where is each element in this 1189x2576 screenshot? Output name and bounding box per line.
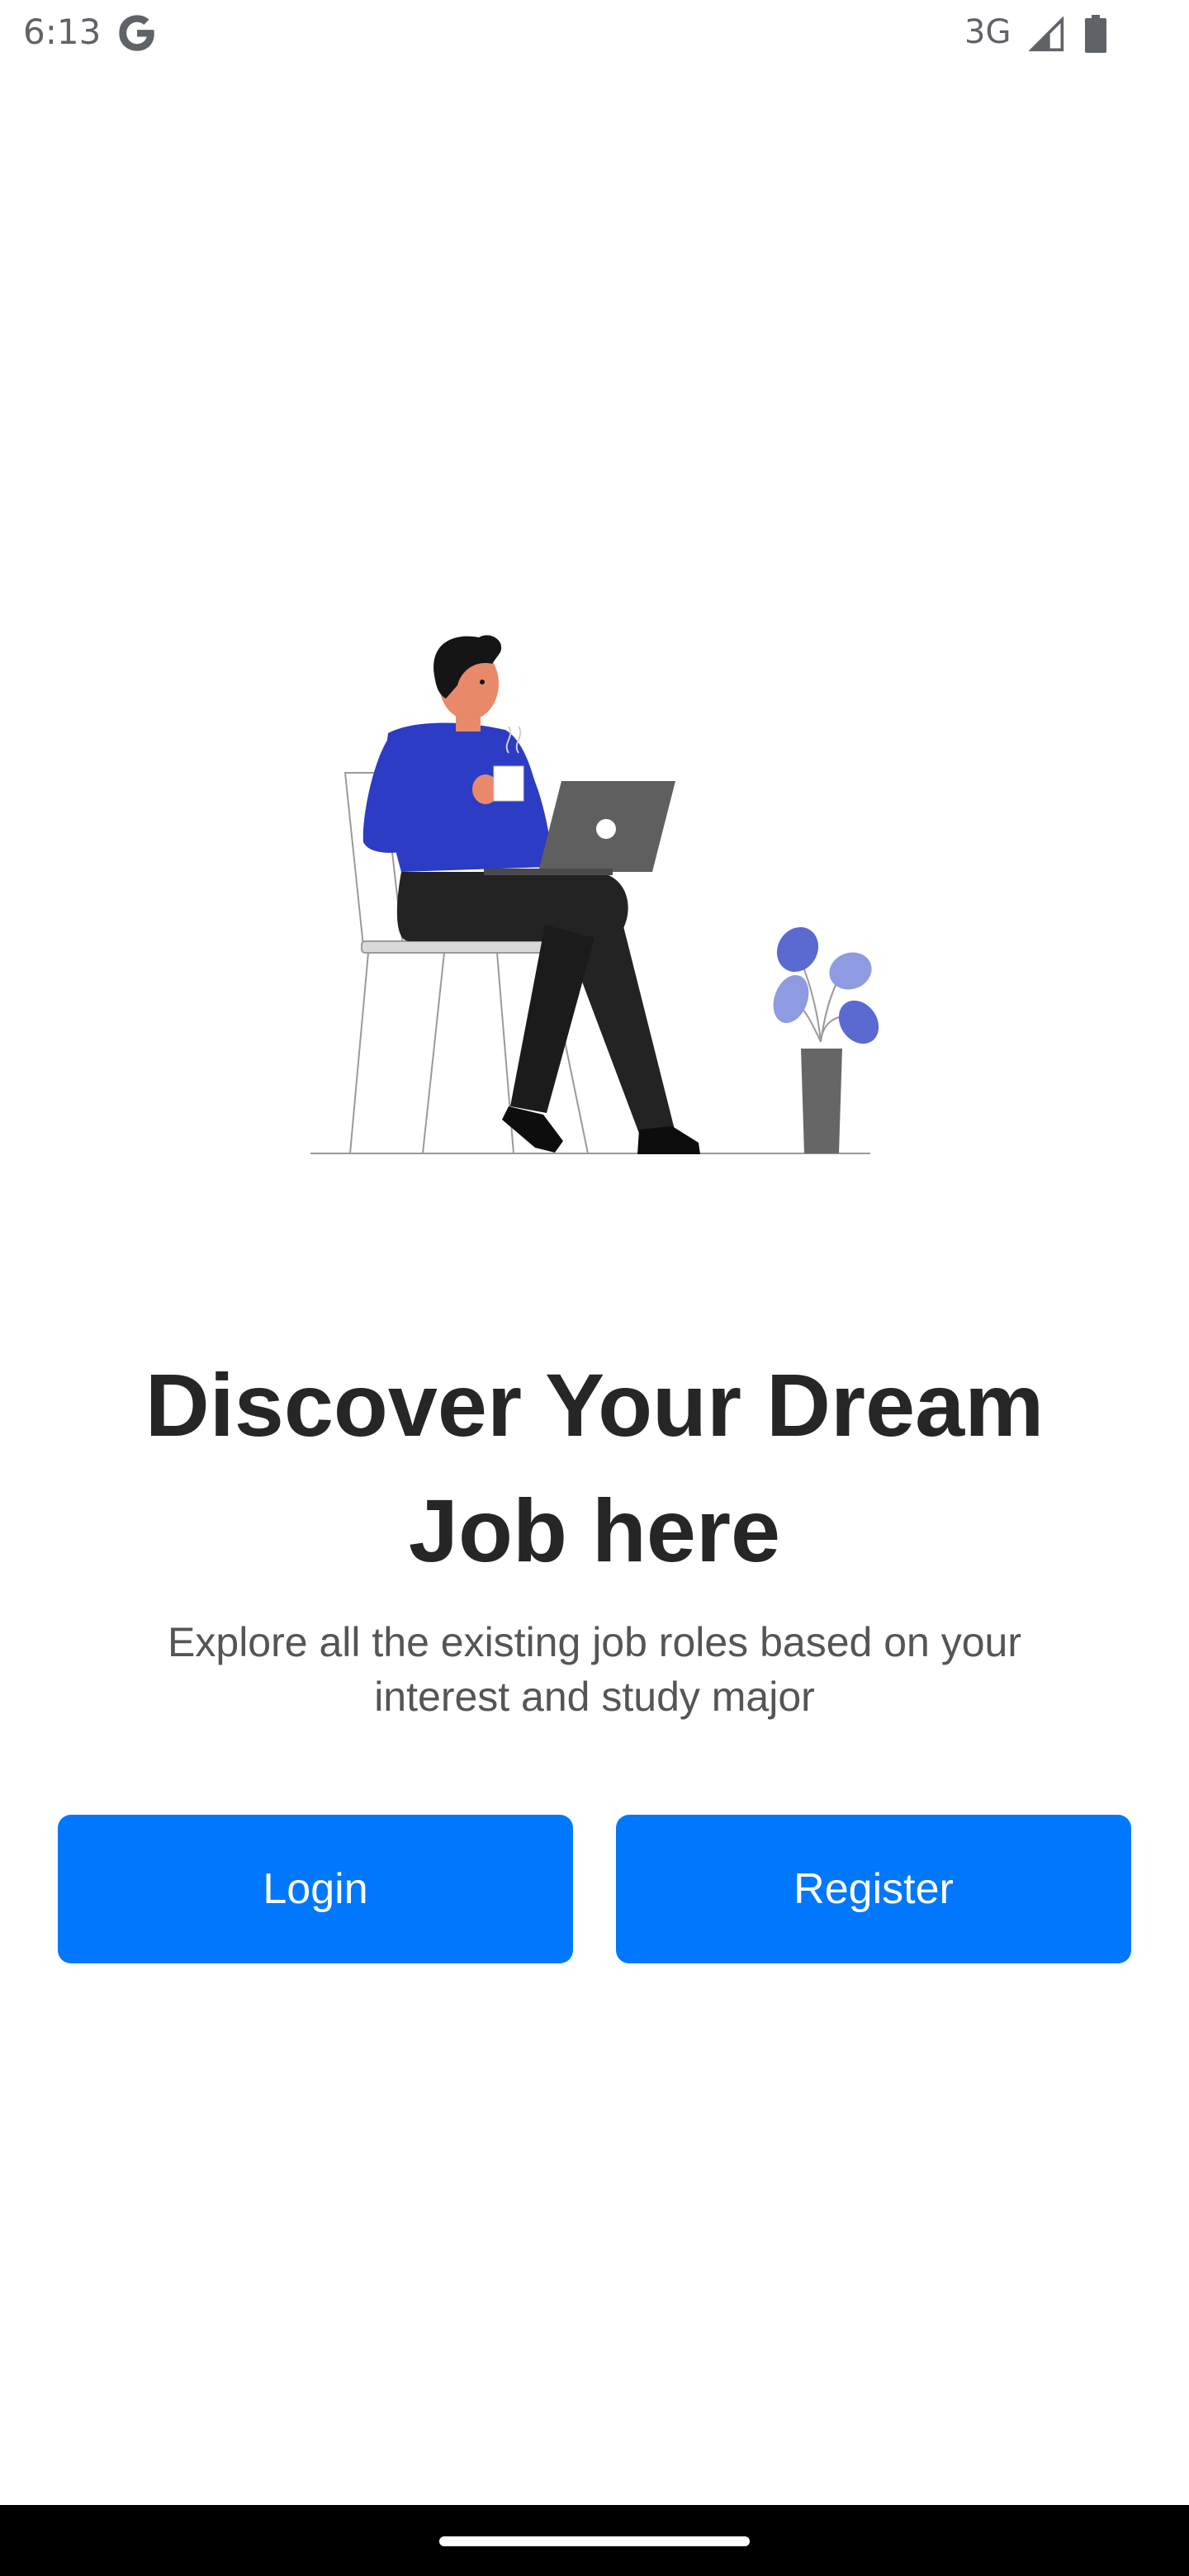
- register-button[interactable]: Register: [616, 1815, 1131, 1963]
- home-gesture-handle[interactable]: [439, 2536, 750, 2546]
- onboarding-subtitle: Explore all the existing job roles based…: [168, 1619, 1021, 1720]
- login-button[interactable]: Login: [58, 1815, 573, 1963]
- plant: [773, 926, 879, 1153]
- vase: [801, 1049, 842, 1153]
- person-with-laptop-illustration: [310, 635, 879, 1154]
- status-time: 6:13: [23, 12, 102, 52]
- battery-icon: [1085, 15, 1106, 53]
- onboarding-screen: 6:13 3G Discover Your Dream Job here Exp…: [0, 0, 1189, 2576]
- google-icon: [119, 15, 154, 51]
- laptop-logo: [596, 819, 616, 839]
- laptop-base: [484, 869, 613, 875]
- coffee-cup: [493, 765, 524, 802]
- onboarding-headline: Discover Your Dream Job here: [144, 1355, 1045, 1580]
- right-shoe: [637, 1126, 700, 1154]
- status-bar: 6:13 3G: [0, 0, 1189, 69]
- signal-icon: [1029, 17, 1064, 52]
- navigation-bar: [0, 2505, 1189, 2576]
- network-type-label: 3G: [964, 13, 1011, 51]
